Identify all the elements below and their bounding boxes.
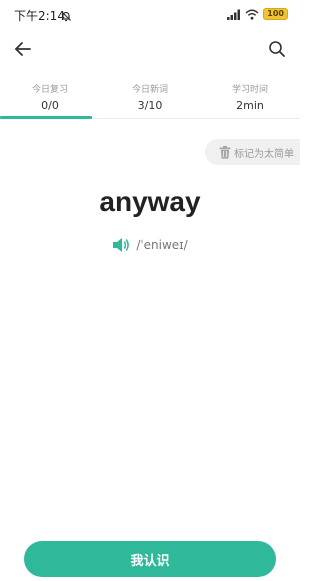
stat-label: 今日复习: [31, 85, 68, 95]
i-know-button[interactable]: 我认识: [24, 541, 276, 577]
back-button[interactable]: [10, 36, 36, 62]
pronunciation-row: /ˈeniweɪ/: [0, 236, 300, 254]
search-icon: [269, 41, 285, 57]
trash-icon: [219, 145, 231, 159]
word-text: anyway: [99, 186, 201, 217]
stat-value: 0/0: [41, 99, 59, 112]
mark-too-easy-label: 标记为太简单: [234, 148, 294, 160]
notification-off-icon: [60, 7, 72, 22]
mark-too-easy-button[interactable]: 标记为太简单: [205, 139, 300, 165]
phonetic-text: /ˈeniweɪ/: [136, 238, 188, 252]
status-bar: 下午2:14 100: [0, 0, 300, 28]
speaker-icon[interactable]: [112, 236, 130, 254]
status-time: 下午2:14: [14, 9, 65, 23]
stat-today-new[interactable]: 今日新词 3/10: [100, 74, 200, 118]
stat-value: 3/10: [137, 99, 163, 112]
toolbar: [0, 28, 300, 70]
active-tab-indicator: [0, 116, 92, 119]
battery-icon: 100: [263, 8, 288, 20]
wifi-icon: [245, 9, 259, 20]
signal-icon: [227, 9, 241, 20]
search-button[interactable]: [264, 36, 290, 62]
stat-study-time[interactable]: 学习时间 2min: [200, 74, 300, 118]
stat-today-review[interactable]: 今日复习 0/0: [0, 74, 100, 119]
stat-label: 学习时间: [231, 85, 268, 95]
stat-value: 2min: [236, 99, 264, 112]
arrow-left-icon: [15, 42, 31, 56]
stats-bar: 今日复习 0/0 今日新词 3/10 学习时间 2min: [0, 74, 300, 119]
stat-label: 今日新词: [131, 85, 168, 95]
status-indicators: 100: [227, 7, 288, 21]
